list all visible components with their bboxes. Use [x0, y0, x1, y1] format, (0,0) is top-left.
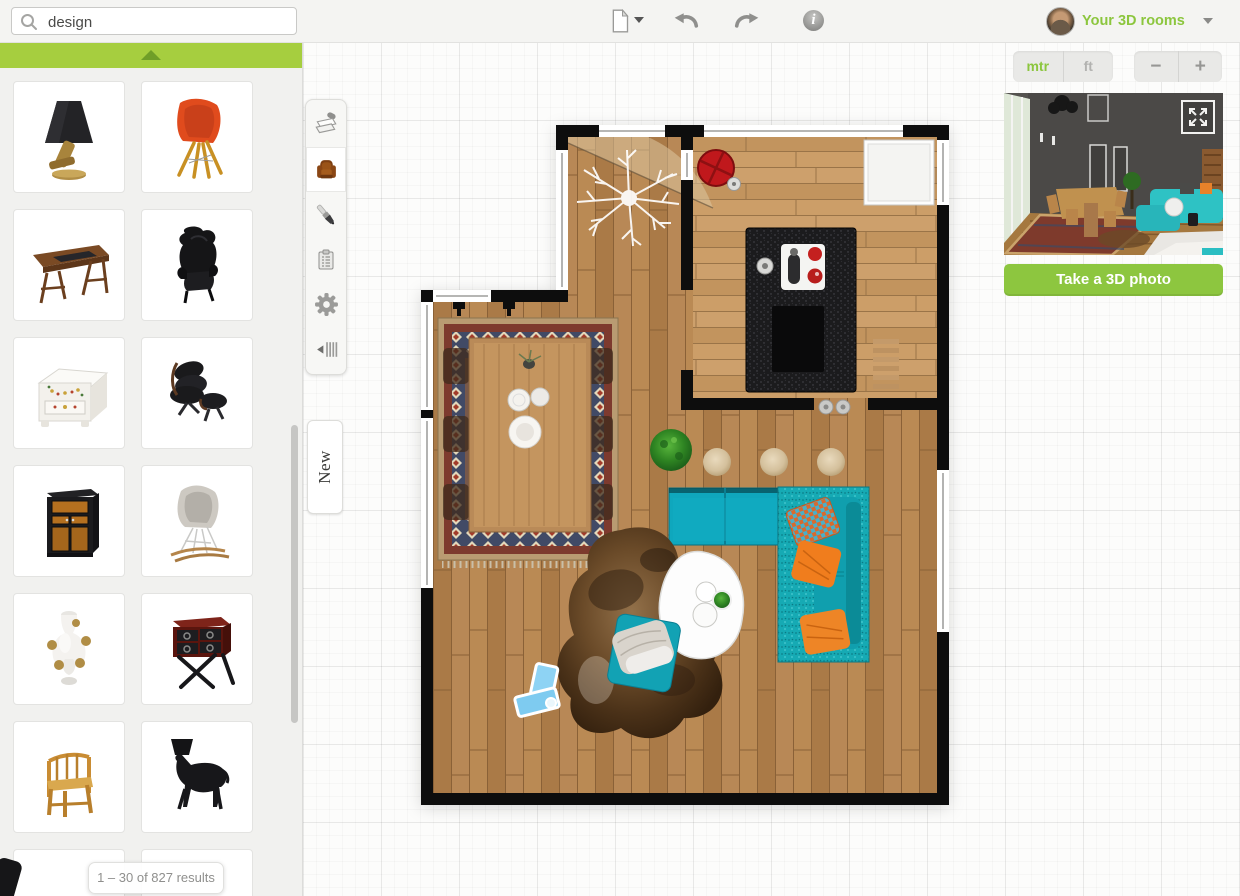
- product-vintage-desk[interactable]: [13, 209, 125, 321]
- furniture-tool[interactable]: [306, 147, 346, 192]
- user-avatar[interactable]: [1046, 7, 1075, 36]
- floorplan[interactable]: [416, 120, 951, 810]
- search-box[interactable]: [11, 7, 297, 35]
- new-room-tab-label: New: [315, 450, 335, 484]
- product-eames-lounge-chair[interactable]: [141, 337, 253, 449]
- your-3d-rooms-menu[interactable]: Your 3D rooms: [1082, 13, 1185, 29]
- search-icon: [20, 13, 38, 31]
- take-3d-photo-button[interactable]: Take a 3D photo: [1004, 264, 1223, 296]
- unit-toggle: mtr ft: [1013, 51, 1113, 82]
- plan-plant[interactable]: [650, 429, 692, 471]
- new-document-button[interactable]: [610, 8, 630, 39]
- collapse-results-bar[interactable]: [0, 42, 302, 68]
- plan-poufs[interactable]: [703, 448, 845, 476]
- tool-palette: [305, 99, 347, 375]
- redo-icon: [734, 10, 761, 31]
- paint-tool[interactable]: [306, 192, 346, 237]
- fullscreen-icon: [1182, 101, 1214, 133]
- zoom-control: − +: [1134, 51, 1222, 82]
- product-white-painted-chest[interactable]: [13, 337, 125, 449]
- sidebar-scrollbar[interactable]: [291, 425, 298, 723]
- zoom-in-button[interactable]: +: [1179, 51, 1223, 82]
- plan-tv-stand[interactable]: [669, 488, 781, 545]
- product-red-campaign-chest[interactable]: [141, 593, 253, 705]
- product-orange-shell-chair[interactable]: [141, 81, 253, 193]
- room-planner-app: New mtr ft − +: [0, 0, 1240, 896]
- product-white-gold-vase[interactable]: [13, 593, 125, 705]
- document-icon: [610, 8, 630, 34]
- info-button[interactable]: i: [803, 10, 824, 31]
- redo-button[interactable]: [734, 10, 761, 36]
- new-room-tab[interactable]: New: [307, 420, 343, 514]
- plan-sofa[interactable]: [778, 487, 869, 662]
- undo-icon: [672, 10, 699, 31]
- product-grid: [13, 81, 255, 896]
- 3d-preview[interactable]: [1004, 93, 1223, 255]
- products-tool[interactable]: [306, 237, 346, 282]
- rooms-menu-caret-icon[interactable]: [1203, 18, 1213, 24]
- wall-tool[interactable]: [306, 102, 346, 147]
- top-tool-bar: i Your 3D rooms: [0, 0, 1240, 43]
- plan-kitchen-island[interactable]: [746, 228, 856, 392]
- product-black-oak-cabinet[interactable]: [13, 465, 125, 577]
- product-silver-rocking-chair[interactable]: [141, 465, 253, 577]
- collapse-up-icon: [141, 50, 161, 60]
- collapse-tool[interactable]: [306, 327, 346, 372]
- plan-appliance[interactable]: [864, 140, 934, 205]
- product-gun-table-lamp[interactable]: [13, 81, 125, 193]
- undo-button[interactable]: [672, 10, 699, 36]
- product-horse-floor-lamp[interactable]: [141, 721, 253, 833]
- search-input[interactable]: [46, 9, 290, 35]
- product-black-baroque-armchair[interactable]: [141, 209, 253, 321]
- zoom-out-button[interactable]: −: [1134, 51, 1179, 82]
- settings-tool[interactable]: [306, 282, 346, 327]
- floorplan-drawing[interactable]: [416, 120, 951, 810]
- unit-feet-button[interactable]: ft: [1064, 51, 1114, 82]
- floorplan-canvas-area[interactable]: New mtr ft − +: [303, 42, 1240, 896]
- results-count-tooltip: 1 – 30 of 827 results: [88, 862, 224, 894]
- product-wooden-armchair[interactable]: [13, 721, 125, 833]
- product-sidebar: 1 – 30 of 827 results: [0, 42, 303, 896]
- document-menu-caret-icon[interactable]: [634, 17, 644, 23]
- unit-metric-button[interactable]: mtr: [1013, 51, 1064, 82]
- plan-ottoman[interactable]: [606, 613, 681, 693]
